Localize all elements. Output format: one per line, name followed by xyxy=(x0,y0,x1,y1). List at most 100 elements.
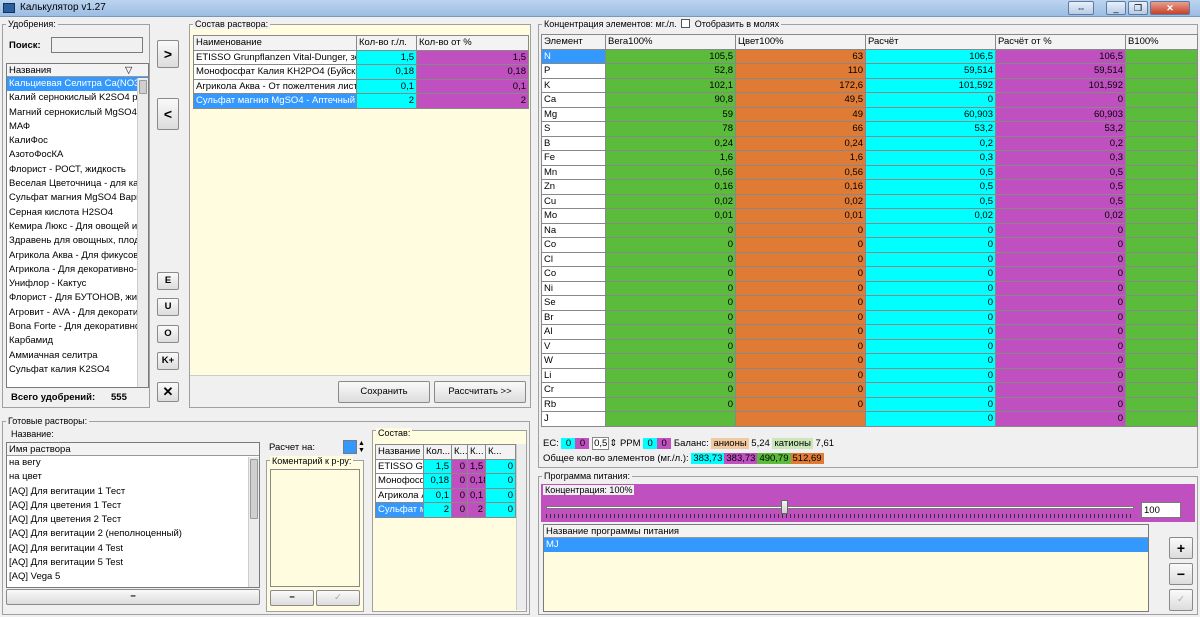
e-button[interactable]: E xyxy=(157,272,179,290)
concentration-row[interactable]: J 00 xyxy=(541,411,1198,427)
fertilizer-list-item[interactable]: Сульфат магния MgSO4 Вари xyxy=(7,191,148,205)
ec-spin-icon[interactable]: ⇕ xyxy=(609,438,617,449)
solution-row[interactable]: Сульфат магния MgSO4 - Аптечный 25 2 2 xyxy=(193,93,529,109)
fertilizer-list-item[interactable]: Агровит - AVA - Для декорати xyxy=(7,306,148,320)
concentration-slider-thumb[interactable] xyxy=(781,500,789,514)
concentration-row[interactable]: Fe 1,6 1,6 0,3 0,3 xyxy=(541,150,1198,166)
concentration-row[interactable]: Br 0 0 0 0 xyxy=(541,309,1198,325)
fertilizers-scrollbar[interactable] xyxy=(137,78,148,387)
concentration-row[interactable]: Co 0 0 0 0 xyxy=(541,266,1198,282)
composition-scrollbar[interactable] xyxy=(516,444,526,610)
composition-row-name[interactable]: Агрикола А xyxy=(375,487,424,503)
solution-row-name[interactable]: Агрикола Аква - От пожелтения листь xyxy=(193,78,357,94)
element-name[interactable]: Co xyxy=(541,237,606,253)
element-name[interactable]: Rb xyxy=(541,396,606,412)
composition-row[interactable]: Монофосф0,1800,180 xyxy=(375,473,516,489)
fertilizer-list-item[interactable]: Флорист - Для БУТОНОВ, жи xyxy=(7,291,148,305)
solution-row-name[interactable]: Монофосфат Калия KH2PO4 (Буйские xyxy=(193,64,357,80)
ready-remove-button[interactable]: − xyxy=(6,589,260,605)
ready-scrollbar[interactable] xyxy=(248,457,259,587)
element-name[interactable]: Mo xyxy=(541,208,606,224)
concentration-row[interactable]: Co 0 0 0 0 xyxy=(541,237,1198,253)
program-list-item[interactable]: MJ xyxy=(544,538,1148,553)
concentration-row[interactable]: Mn 0,56 0,56 0,5 0,5 xyxy=(541,164,1198,180)
fertilizer-list-item[interactable]: АзотоФосКА xyxy=(7,148,148,162)
fertilizer-list-item[interactable]: Магний сернокислый MgSO4 xyxy=(7,106,148,120)
element-name[interactable]: Li xyxy=(541,367,606,383)
o-button[interactable]: O xyxy=(157,325,179,343)
element-name[interactable]: Fe xyxy=(541,150,606,166)
conc-col-calc[interactable]: Расчёт xyxy=(865,34,996,50)
kplus-button[interactable]: K+ xyxy=(157,352,179,370)
concentration-row[interactable]: K 102,1 172,6 101,592 101,592 xyxy=(541,77,1198,93)
solution-row-amount[interactable]: 0,1 xyxy=(356,78,417,94)
concentration-slider-track[interactable] xyxy=(546,506,1134,509)
program-list[interactable]: Название программы питания MJ xyxy=(543,524,1149,612)
concentration-row[interactable]: V0000 xyxy=(541,338,1198,354)
concentration-row[interactable]: Mg 59 49 60,903 60,903 xyxy=(541,106,1198,122)
ready-list-item[interactable]: [AQ] Для вегитации 2 (неполноценный) xyxy=(7,527,259,541)
ready-list-item[interactable]: [AQ] Для вегитации 1 Тест xyxy=(7,485,259,499)
save-button[interactable]: Сохранить xyxy=(338,381,430,403)
restore-icon[interactable]: ⇔ xyxy=(1068,1,1094,15)
composition-table[interactable]: Название Кол... К... К... К... ETISSO Gr… xyxy=(375,444,516,518)
ready-list-item[interactable]: [AQ] Для цветения 2 Тест xyxy=(7,513,259,527)
conc-col-vega[interactable]: Вега100% xyxy=(605,34,736,50)
fertilizer-list-item[interactable]: Карбамид xyxy=(7,334,148,348)
comp-col-b[interactable]: К... xyxy=(451,444,468,460)
fertilizer-list-item[interactable]: Серная кислота H2SO4 xyxy=(7,206,148,220)
fertilizer-list-item[interactable]: Агрикола Аква - Для фикусов xyxy=(7,249,148,263)
fertilizer-list-item[interactable]: Унифлор - Кактус xyxy=(7,277,148,291)
element-name[interactable]: Al xyxy=(541,324,606,340)
comp-col-c[interactable]: К... xyxy=(467,444,486,460)
comp-col-d[interactable]: К... xyxy=(485,444,516,460)
concentration-row[interactable]: B 0,24 0,24 0,2 0,2 xyxy=(541,135,1198,151)
comment-remove-button[interactable]: − xyxy=(270,590,314,606)
element-name[interactable]: P xyxy=(541,63,606,79)
concentration-row[interactable]: Mo 0,01 0,01 0,02 0,02 xyxy=(541,208,1198,224)
moles-checkbox[interactable] xyxy=(681,19,691,28)
solution-row-name[interactable]: ETISSO Grunpflanzen Vital-Dunger, зеле xyxy=(193,49,357,65)
program-confirm-button[interactable]: ✓ xyxy=(1169,589,1193,611)
fertilizer-list-item[interactable]: Сульфат калия K2SO4 xyxy=(7,363,148,377)
composition-row[interactable]: Агрикола А 0,1 0 0,1 0 xyxy=(375,487,516,503)
concentration-row[interactable]: Al 0 0 0 0 xyxy=(541,324,1198,340)
concentration-row[interactable]: N 105,5 63 106,5 106,5 xyxy=(541,48,1198,64)
solution-row-pct[interactable]: 2 xyxy=(416,93,529,109)
concentration-row[interactable]: Na 0 0 0 0 xyxy=(541,222,1198,238)
conc-col-calc-pct[interactable]: Расчёт от % xyxy=(995,34,1126,50)
conc-col-b100[interactable]: В100% xyxy=(1125,34,1198,50)
element-name[interactable]: Cl xyxy=(541,251,606,267)
fertilizer-list-item[interactable]: Аммиачная селитра xyxy=(7,349,148,363)
element-name[interactable]: Mg xyxy=(541,106,606,122)
element-name[interactable]: S xyxy=(541,121,606,137)
concentration-row[interactable]: S 78 66 53,2 53,2 xyxy=(541,121,1198,137)
comment-textarea[interactable] xyxy=(270,469,360,587)
comment-confirm-button[interactable]: ✓ xyxy=(316,590,360,606)
close-button[interactable]: ✕ xyxy=(1150,1,1190,15)
concentration-row[interactable]: Se 0 0 0 0 xyxy=(541,295,1198,311)
solution-row[interactable]: ETISSO Grunpflanzen Vital-Dunger, зеле 1,… xyxy=(193,49,529,65)
composition-row[interactable]: Сульфат м2020 xyxy=(375,502,516,518)
maximize-button[interactable]: ❐ xyxy=(1128,1,1148,15)
fertilizer-list-item[interactable]: Флорист - РОСТ, жидкость xyxy=(7,163,148,177)
fertilizer-list-item[interactable]: Кальциевая Селитра Ca(NO3) xyxy=(7,77,148,92)
fertilizer-list-item[interactable]: МАФ xyxy=(7,120,148,134)
solution-col-pct[interactable]: Кол-во от % xyxy=(416,35,529,51)
calc-on-input[interactable] xyxy=(343,440,357,454)
solution-row-amount[interactable]: 1,5 xyxy=(356,49,417,65)
element-name[interactable]: B xyxy=(541,135,606,151)
concentration-table[interactable]: Элемент Вега100% Цвет100% Расчёт Расчёт … xyxy=(541,34,1198,427)
ready-list-item[interactable]: [AQ] Для вегитации 4 Test xyxy=(7,542,259,556)
ready-list-item[interactable]: [AQ] Для цветения 1 Тест xyxy=(7,499,259,513)
composition-row-name[interactable]: Сульфат м xyxy=(375,502,424,518)
ready-list-item[interactable]: [AQ] Vega 5 xyxy=(7,570,259,584)
program-add-button[interactable]: + xyxy=(1169,537,1193,559)
solution-row-name[interactable]: Сульфат магния MgSO4 - Аптечный 25 xyxy=(193,93,357,109)
ready-list-header[interactable]: Имя раствора xyxy=(7,443,259,456)
concentration-value-input[interactable] xyxy=(1141,502,1181,518)
fertilizer-list-item[interactable]: Здравень для овощных, плод xyxy=(7,234,148,248)
composition-row-name[interactable]: ETISSO Gr xyxy=(375,458,424,474)
element-name[interactable]: J xyxy=(541,411,606,427)
solution-col-name[interactable]: Наименование xyxy=(193,35,357,51)
